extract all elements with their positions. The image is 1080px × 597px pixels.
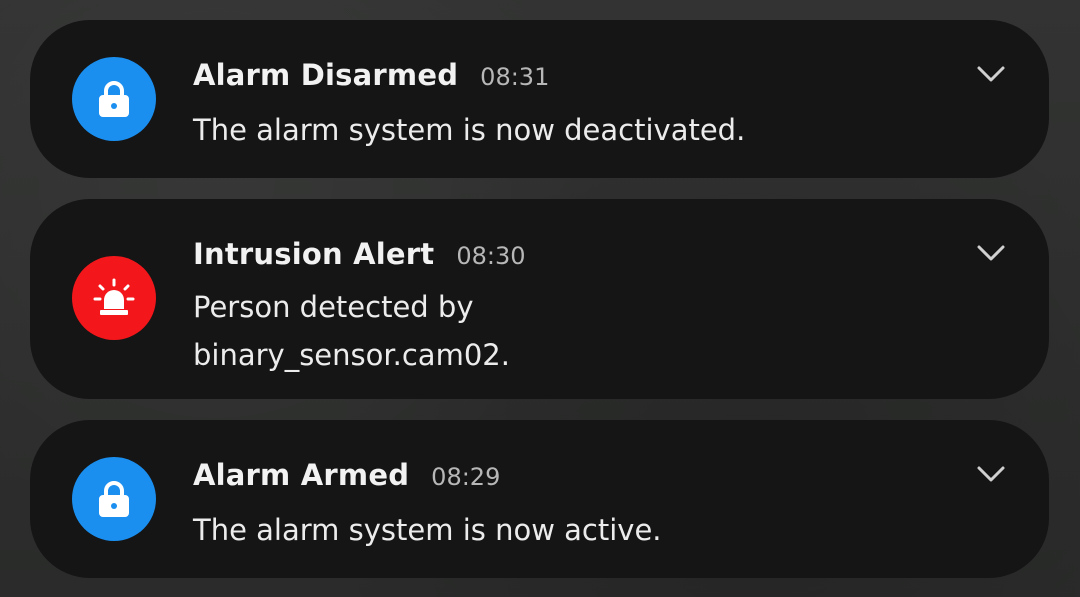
notification-time: 08:31	[480, 63, 550, 91]
notification-time: 08:30	[456, 242, 526, 270]
notification-message: The alarm system is now active.	[193, 513, 662, 547]
chevron-down-icon[interactable]	[975, 241, 1007, 265]
lock-icon	[72, 57, 156, 141]
chevron-down-icon[interactable]	[975, 462, 1007, 486]
notification-title: Intrusion Alert	[193, 237, 435, 271]
notification-time: 08:29	[431, 463, 501, 491]
notification-title: Alarm Disarmed	[193, 58, 459, 92]
notification-header: Alarm Armed 08:29	[193, 458, 500, 492]
notification-message: Person detected by binary_sensor.cam02.	[193, 290, 510, 372]
notification-header: Intrusion Alert 08:30	[193, 237, 526, 271]
notification-message: The alarm system is now deactivated.	[193, 113, 746, 147]
chevron-down-icon[interactable]	[975, 62, 1007, 86]
notification-card-alarm-disarmed[interactable]: Alarm Disarmed 08:31 The alarm system is…	[30, 20, 1049, 178]
notification-title: Alarm Armed	[193, 458, 410, 492]
notification-card-alarm-armed[interactable]: Alarm Armed 08:29 The alarm system is no…	[30, 420, 1049, 578]
notification-card-intrusion-alert[interactable]: Intrusion Alert 08:30 Person detected by…	[30, 199, 1049, 399]
alarm-siren-icon	[72, 256, 156, 340]
lock-icon	[72, 457, 156, 541]
notification-header: Alarm Disarmed 08:31	[193, 58, 549, 92]
